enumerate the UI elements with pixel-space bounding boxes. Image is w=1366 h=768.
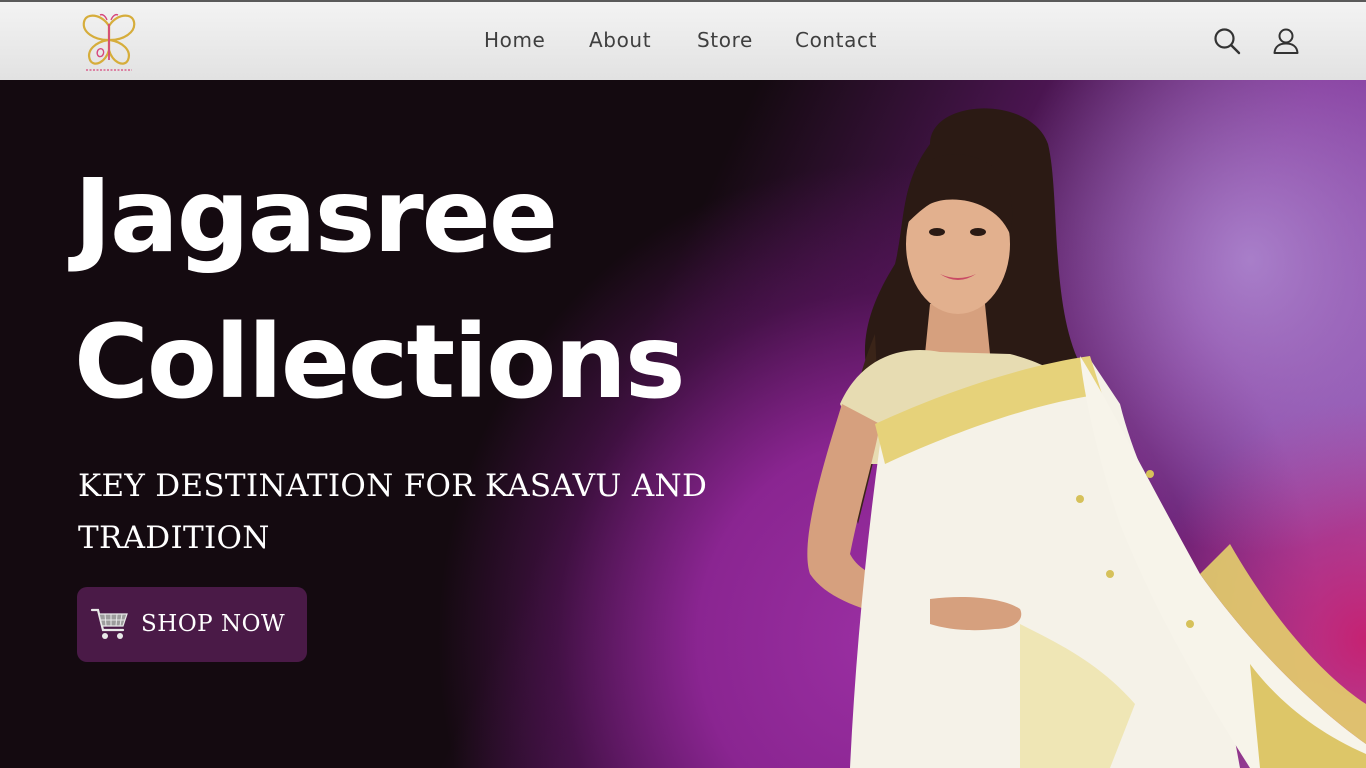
user-icon[interactable] <box>1271 26 1301 56</box>
nav-store[interactable]: Store <box>697 28 753 52</box>
main-nav: Home About Store Contact <box>0 2 1366 80</box>
hero-title-line2: Collections <box>74 303 686 422</box>
shop-now-label: SHOP NOW <box>141 611 286 637</box>
nav-about[interactable]: About <box>589 28 651 52</box>
hero-title-line1: Jagasree <box>74 157 558 276</box>
nav-contact[interactable]: Contact <box>795 28 877 52</box>
nav-home[interactable]: Home <box>484 28 545 52</box>
search-icon[interactable] <box>1212 26 1242 56</box>
shop-now-button[interactable]: SHOP NOW <box>77 587 307 662</box>
model-in-kasavu-saree-image <box>807 108 1366 768</box>
hero-banner: Jagasree Collections KEY DESTINATION FOR… <box>0 80 1366 768</box>
site-header: Home About Store Contact <box>0 2 1366 80</box>
hero-subtitle: KEY DESTINATION FOR KASAVU AND TRADITION <box>78 468 708 556</box>
shopping-cart-icon <box>90 608 128 639</box>
